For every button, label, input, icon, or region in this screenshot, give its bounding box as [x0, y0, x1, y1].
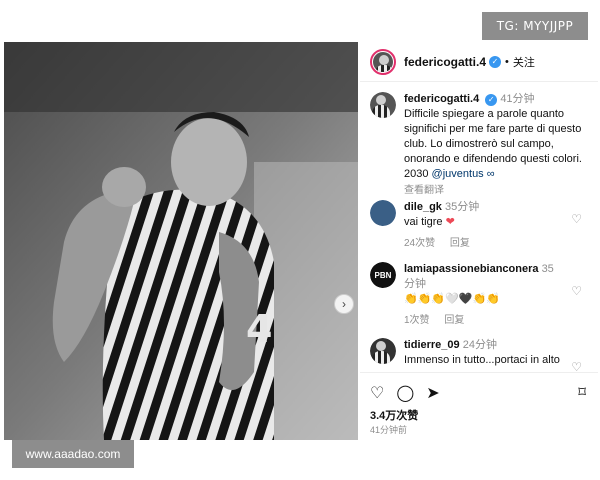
verified-badge-icon: ✓: [485, 93, 498, 106]
avatar[interactable]: [370, 48, 396, 75]
caption-time: 41分钟: [500, 93, 535, 105]
comment-username[interactable]: lamiapassionebianconera: [404, 263, 539, 275]
header-username[interactable]: federicogatti.4: [404, 55, 486, 69]
post-photo[interactable]: 4 ›: [4, 42, 358, 440]
bookmark-icon[interactable]: ⌑: [578, 383, 586, 401]
heart-emoji: ❤: [445, 216, 455, 228]
avatar[interactable]: PBN: [370, 262, 396, 288]
juventus-tag-link[interactable]: @juventus: [432, 168, 484, 180]
avatar[interactable]: [370, 200, 396, 226]
comment-time: 35分钟: [444, 201, 480, 213]
comment-username[interactable]: dile_gk: [404, 201, 442, 213]
comment-emoji-text: 👏👏👏🤍🖤👏👏: [404, 293, 500, 305]
comment-item: dile_gk 35分钟 vai tigre ❤ 24次赞 回复 ♡: [370, 200, 592, 251]
reply-button[interactable]: 回复: [444, 315, 464, 326]
post-caption: federicogatti.4 ✓ 41分钟 Difficile spiegar…: [370, 92, 592, 198]
next-image-button[interactable]: ›: [334, 294, 354, 314]
share-send-icon[interactable]: ➤: [426, 383, 439, 403]
like-heart-icon[interactable]: ♡: [370, 383, 384, 403]
like-comment-heart-icon[interactable]: ♡: [571, 284, 582, 298]
svg-text:4: 4: [246, 307, 272, 351]
post-side-panel: federicogatti.4 ✓ • 关注 federicogatti.4 ✓…: [360, 42, 598, 440]
reply-button[interactable]: 回复: [450, 238, 470, 249]
comment-item: PBN lamiapassionebianconera 35分钟 👏👏👏🤍🖤👏👏…: [370, 262, 592, 328]
follow-button[interactable]: 关注: [513, 54, 535, 70]
translate-link[interactable]: 查看翻译: [404, 183, 592, 198]
screenshot-root: TG: MYYJJPP 4 › www.aaadao.com federicog…: [0, 0, 600, 480]
comment-username[interactable]: tidierre_09: [404, 339, 460, 351]
comment-likes[interactable]: 1次赞: [404, 315, 430, 326]
post-actions-bar: ♡ ◯ ➤ ⌑ 3.4万次赞 41分钟前: [360, 372, 598, 440]
post-header: federicogatti.4 ✓ • 关注: [360, 42, 598, 82]
comment-item: tidierre_09 24分钟 Immenso in tutto...port…: [370, 338, 592, 374]
follow-dot: •: [505, 55, 509, 68]
player-photo-image: 4: [4, 42, 358, 440]
comment-text: Immenso in tutto...portaci in alto: [404, 354, 560, 366]
site-watermark: www.aaadao.com: [12, 440, 134, 468]
verified-badge-icon: ✓: [489, 55, 502, 68]
likes-count[interactable]: 3.4万次赞: [370, 407, 418, 423]
comment-bubble-icon[interactable]: ◯: [396, 383, 414, 403]
avatar[interactable]: [370, 338, 396, 364]
comment-text: vai tigre: [404, 216, 443, 228]
avatar[interactable]: [370, 92, 396, 118]
caption-username[interactable]: federicogatti.4: [404, 93, 479, 105]
comment-time: 24分钟: [462, 339, 497, 351]
link-icon: ∞: [486, 168, 495, 180]
tg-watermark: TG: MYYJJPP: [482, 12, 588, 40]
like-comment-heart-icon[interactable]: ♡: [571, 212, 582, 226]
comment-likes[interactable]: 24次赞: [404, 238, 435, 249]
chevron-right-icon: ›: [342, 297, 346, 311]
posted-time: 41分钟前: [370, 425, 408, 435]
